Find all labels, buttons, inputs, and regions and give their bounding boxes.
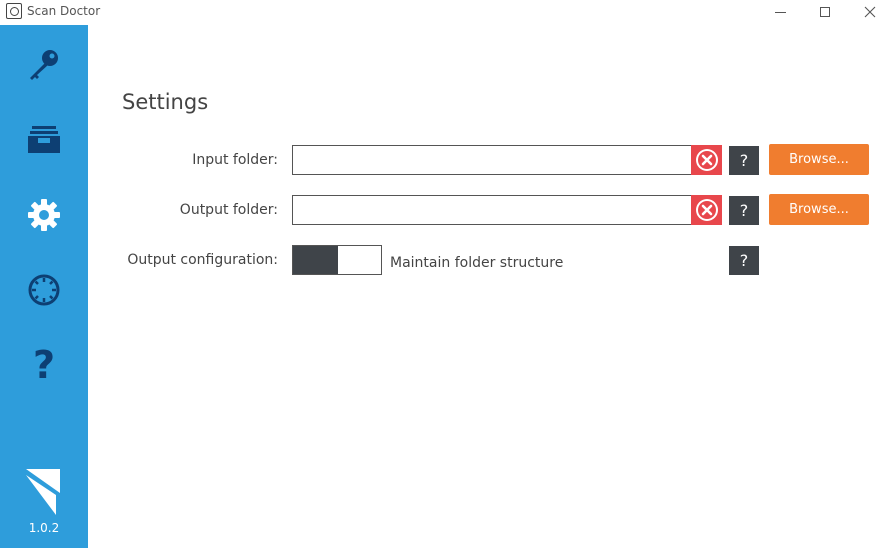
sidebar-item-history[interactable]: [0, 260, 88, 320]
minimize-icon: [774, 11, 786, 13]
archive-icon: [28, 126, 60, 153]
title-bar: Scan Doctor: [0, 0, 894, 24]
maximize-button[interactable]: [803, 0, 847, 24]
output-folder-label: Output folder:: [179, 202, 278, 218]
output-folder-field[interactable]: [292, 195, 692, 225]
input-folder-help-button[interactable]: ?: [729, 146, 759, 175]
output-folder-help-button[interactable]: ?: [729, 196, 759, 225]
close-button[interactable]: [848, 0, 892, 24]
sidebar-item-settings[interactable]: [0, 185, 88, 245]
error-icon: [695, 199, 718, 221]
input-folder-label: Input folder:: [192, 152, 278, 168]
version-label: 1.0.2: [28, 521, 60, 535]
sidebar-item-help[interactable]: ?: [0, 335, 88, 395]
app-icon: [6, 3, 22, 19]
window-title: Scan Doctor: [27, 4, 101, 18]
close-icon: [864, 6, 876, 18]
input-folder-field[interactable]: [292, 145, 692, 175]
maintain-structure-toggle[interactable]: [292, 245, 382, 275]
help-icon: ?: [32, 343, 56, 387]
input-folder-browse-button[interactable]: Browse...: [769, 144, 869, 175]
output-folder-browse-button[interactable]: Browse...: [769, 194, 869, 225]
input-folder-error[interactable]: [691, 145, 722, 175]
maximize-icon: [820, 7, 830, 17]
output-configuration-help-button[interactable]: ?: [729, 246, 759, 275]
toggle-knob: [293, 246, 338, 274]
error-icon: [695, 149, 718, 171]
sidebar-item-license[interactable]: [0, 35, 88, 95]
sidebar-item-archive[interactable]: [0, 110, 88, 170]
maintain-structure-label: Maintain folder structure: [390, 255, 564, 271]
key-icon: [30, 50, 58, 80]
app-logo: [26, 469, 60, 515]
sidebar: ? 1.0.2: [0, 25, 88, 548]
output-configuration-label: Output configuration:: [127, 252, 278, 268]
clock-icon: [28, 274, 60, 306]
output-folder-error[interactable]: [691, 195, 722, 225]
minimize-button[interactable]: [758, 0, 802, 24]
page-title: Settings: [122, 90, 209, 114]
gear-icon: [28, 199, 60, 231]
